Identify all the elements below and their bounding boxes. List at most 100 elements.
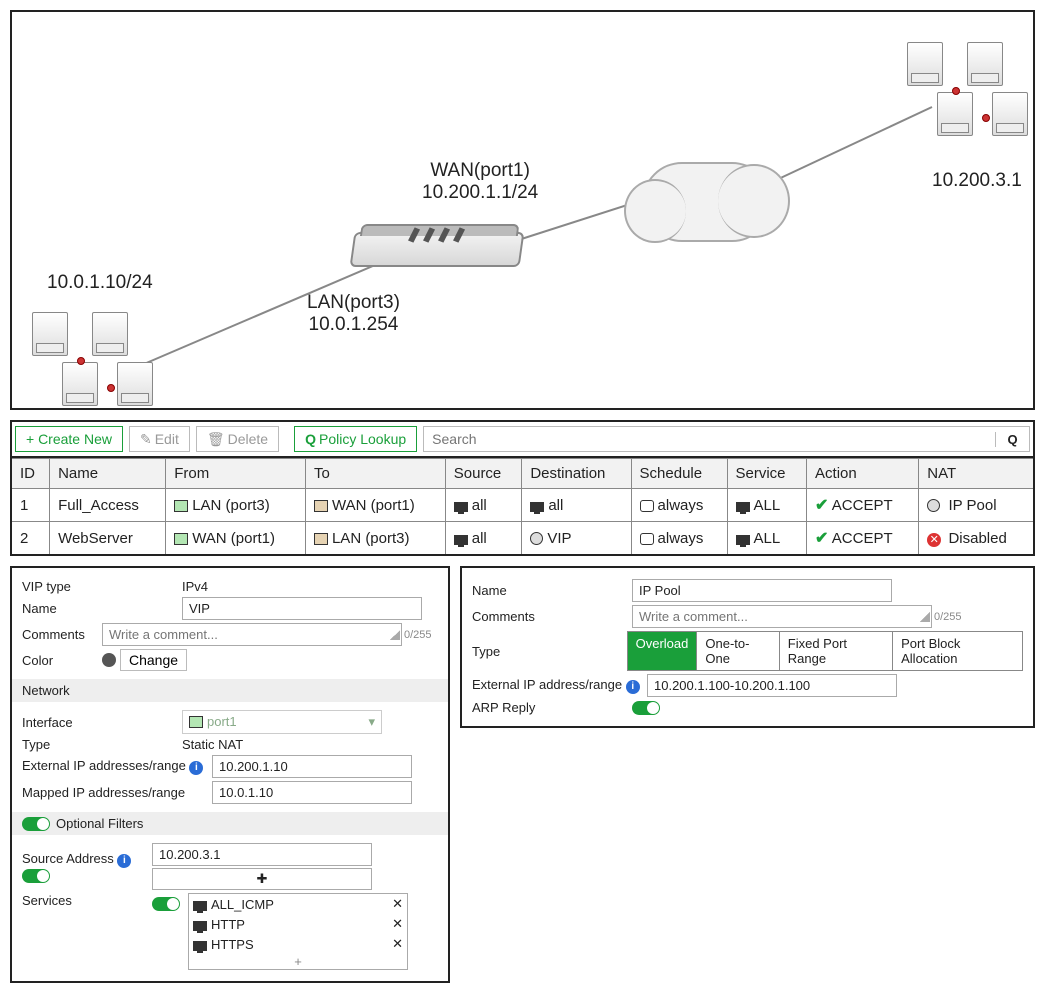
arp-reply-toggle[interactable] (632, 701, 660, 715)
vip-name-input[interactable] (182, 597, 422, 620)
policy-toolbar: + Create New ✎ Edit 🗑 Delete Q Policy Lo… (10, 420, 1035, 458)
edit-button[interactable]: ✎ Edit (129, 426, 190, 452)
viptype-label: VIP type (22, 579, 182, 594)
source-address-toggle[interactable] (22, 869, 50, 883)
pool-type-option[interactable]: Fixed Port Range (780, 632, 893, 670)
delete-button[interactable]: 🗑 Delete (196, 426, 279, 452)
port-icon (189, 716, 203, 728)
interface-label: Interface (22, 715, 182, 730)
policy-lookup-button[interactable]: Q Policy Lookup (294, 426, 417, 452)
add-source-address-button[interactable]: ✚ (152, 868, 372, 890)
lan-hosts-label: 10.0.1.10/24 (47, 272, 153, 294)
change-color-button[interactable]: Change (120, 649, 187, 671)
service-item[interactable]: HTTP ✕ (189, 914, 407, 934)
pool-type-option[interactable]: One-to-One (697, 632, 779, 670)
col-action[interactable]: Action (807, 459, 919, 489)
chevron-down-icon: ▾ (368, 714, 375, 730)
service-item[interactable]: HTTPS ✕ (189, 934, 407, 954)
services-toggle[interactable] (152, 897, 180, 911)
trash-icon: 🗑 (207, 431, 225, 448)
col-source[interactable]: Source (445, 459, 522, 489)
remote-hosts-cluster (907, 42, 1027, 152)
vip-comments-input[interactable] (102, 623, 402, 646)
port-icon (314, 500, 328, 512)
address-icon (454, 535, 468, 545)
firewall-device (352, 232, 522, 282)
nat-type-label: Type (22, 737, 182, 752)
optional-filters-toggle[interactable] (22, 817, 50, 831)
schedule-icon (640, 533, 654, 545)
vip-comments-count: 0/255 (404, 629, 432, 641)
search-input[interactable] (424, 431, 995, 447)
topology-links (12, 12, 1033, 408)
add-service-button[interactable]: + (189, 954, 407, 969)
address-icon (530, 532, 543, 545)
policy-header-row: ID Name From To Source Destination Sched… (11, 459, 1034, 489)
col-id[interactable]: ID (11, 459, 50, 489)
policy-row[interactable]: 1Full_AccessLAN (port3)WAN (port1)allall… (11, 489, 1034, 522)
vip-name-label: Name (22, 601, 182, 616)
mapped-ip-input[interactable] (212, 781, 412, 804)
service-icon (193, 901, 207, 911)
vip-color-label: Color (22, 653, 102, 668)
magnifier-icon: Q (1007, 432, 1017, 447)
optional-filters-header: Optional Filters (12, 812, 448, 835)
service-icon (736, 535, 750, 545)
disabled-icon: ✕ (927, 533, 941, 547)
wan-port-label: WAN(port1) 10.200.1.1/24 (422, 160, 538, 204)
pool-name-input[interactable] (632, 579, 892, 602)
policy-table: ID Name From To Source Destination Sched… (10, 458, 1035, 556)
services-list: ALL_ICMP ✕ HTTP ✕ HTTPS ✕ + (188, 893, 408, 970)
nat-type-value: Static NAT (182, 737, 243, 752)
address-icon (454, 502, 468, 512)
info-icon[interactable]: i (189, 761, 203, 775)
col-service[interactable]: Service (727, 459, 807, 489)
policy-row[interactable]: 2WebServerWAN (port1)LAN (port3)allVIPal… (11, 522, 1034, 556)
ext-ip-label: External IP addresses/range i (22, 758, 212, 775)
pool-ext-range-input[interactable] (647, 674, 897, 697)
col-destination[interactable]: Destination (522, 459, 631, 489)
create-new-button[interactable]: + Create New (15, 426, 123, 452)
remove-icon[interactable]: ✕ (392, 936, 403, 952)
network-diagram: 10.0.1.10/24 WAN(port1) 10.200.1.1/24 LA… (10, 10, 1035, 410)
col-name[interactable]: Name (50, 459, 166, 489)
vip-comments-label: Comments (22, 627, 102, 642)
col-schedule[interactable]: Schedule (631, 459, 727, 489)
arp-reply-label: ARP Reply (472, 700, 632, 715)
service-item[interactable]: ALL_ICMP ✕ (189, 894, 407, 914)
remote-hosts-label: 10.200.3.1 (932, 170, 1022, 192)
info-icon[interactable]: i (117, 854, 131, 868)
search-submit-button[interactable]: Q (995, 432, 1029, 447)
remove-icon[interactable]: ✕ (392, 896, 403, 912)
service-icon (193, 921, 207, 931)
port-icon (174, 500, 188, 512)
col-nat[interactable]: NAT (919, 459, 1034, 489)
service-icon (193, 941, 207, 951)
lan-port-label: LAN(port3) 10.0.1.254 (307, 292, 400, 336)
vip-config-panel: VIP type IPv4 Name Comments 0/255 Color … (10, 566, 450, 983)
service-icon (736, 502, 750, 512)
pool-type-option[interactable]: Overload (628, 632, 698, 670)
pool-type-option[interactable]: Port Block Allocation (893, 632, 1022, 670)
color-swatch-icon (102, 653, 116, 667)
source-address-input[interactable] (152, 843, 372, 866)
resize-handle-icon[interactable] (920, 612, 930, 622)
interface-dropdown[interactable]: port1 ▾ (182, 710, 382, 734)
pool-type-segmented: OverloadOne-to-OneFixed Port RangePort B… (627, 631, 1023, 671)
col-to[interactable]: To (305, 459, 445, 489)
resize-handle-icon[interactable] (390, 630, 400, 640)
col-from[interactable]: From (166, 459, 306, 489)
lan-hosts-cluster (32, 312, 152, 410)
internet-cloud (642, 162, 772, 242)
plus-icon: ✚ (257, 871, 268, 886)
search-field-wrapper: Q (423, 426, 1030, 452)
remove-icon[interactable]: ✕ (392, 916, 403, 932)
pool-comments-input[interactable] (632, 605, 932, 628)
check-icon: ✔ (815, 497, 828, 514)
address-icon (530, 502, 544, 512)
check-icon: ✔ (815, 530, 828, 547)
schedule-icon (640, 500, 654, 512)
ext-ip-input[interactable] (212, 755, 412, 778)
info-icon[interactable]: i (626, 680, 640, 694)
pool-comments-label: Comments (472, 609, 632, 624)
